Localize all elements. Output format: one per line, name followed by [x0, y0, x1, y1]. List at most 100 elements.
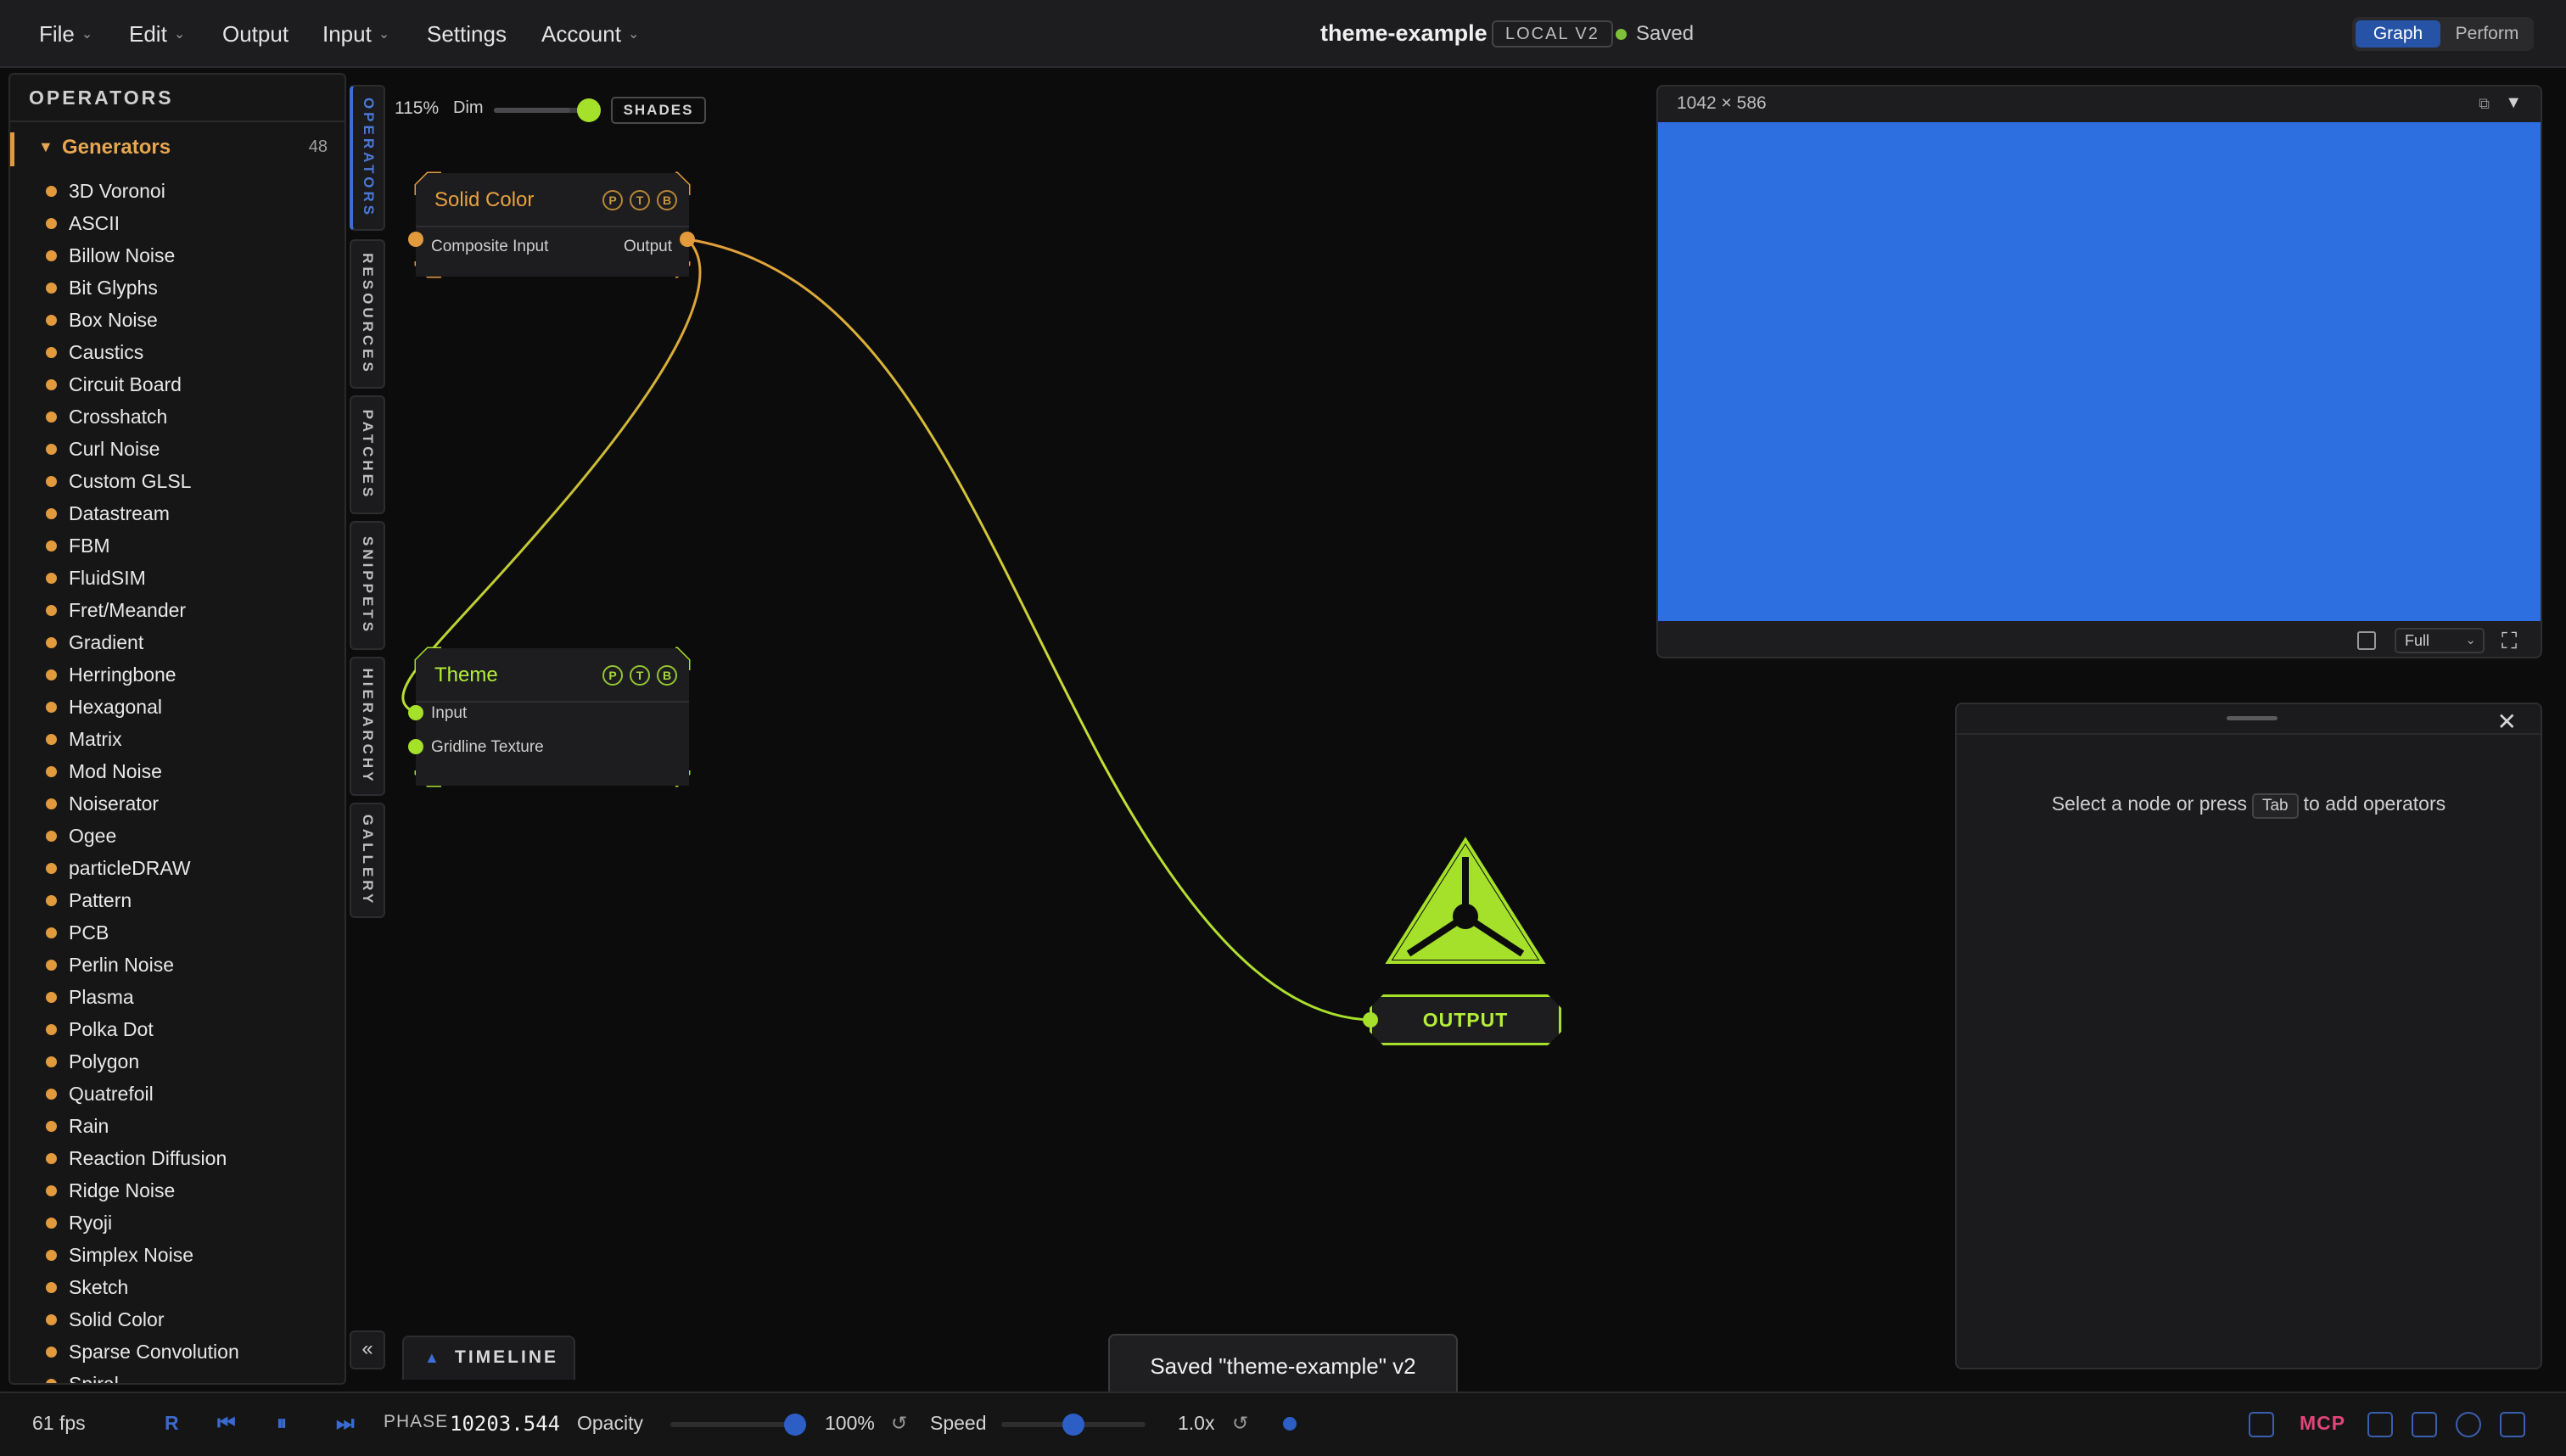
category-generators[interactable]: ▼ Generators 48: [10, 132, 345, 166]
operator-item[interactable]: Rain: [10, 1110, 345, 1142]
operator-item[interactable]: Ridge Noise: [10, 1174, 345, 1207]
operator-item[interactable]: Fret/Meander: [10, 594, 345, 626]
node-b-button[interactable]: B: [657, 665, 677, 686]
operator-item[interactable]: Plasma: [10, 981, 345, 1013]
output-node[interactable]: OUTPUT: [1370, 994, 1561, 1045]
node-p-button[interactable]: P: [602, 190, 623, 210]
close-icon[interactable]: ✕: [2497, 708, 2517, 736]
operator-item[interactable]: Pattern: [10, 884, 345, 916]
operator-item[interactable]: Curl Noise: [10, 433, 345, 465]
layout-icon[interactable]: [2357, 631, 2376, 650]
chat-icon[interactable]: [2500, 1412, 2525, 1437]
operator-item[interactable]: Gradient: [10, 626, 345, 658]
node-t-button[interactable]: T: [630, 190, 650, 210]
operator-item[interactable]: Perlin Noise: [10, 949, 345, 981]
reset-opacity-icon[interactable]: ↺: [891, 1412, 907, 1435]
help-icon[interactable]: [2456, 1412, 2481, 1437]
operator-item[interactable]: Caustics: [10, 336, 345, 368]
dim-slider-knob[interactable]: [577, 98, 601, 122]
vtab-hierarchy[interactable]: HIERARCHY: [350, 657, 385, 796]
menu-edit[interactable]: Edit ⌄: [129, 19, 185, 49]
operator-item[interactable]: Circuit Board: [10, 368, 345, 400]
window-icon[interactable]: [2367, 1412, 2393, 1437]
operator-item[interactable]: FBM: [10, 529, 345, 562]
node-p-button[interactable]: P: [602, 665, 623, 686]
mcp-button[interactable]: MCP: [2300, 1412, 2345, 1435]
pause-icon[interactable]: ⏸: [277, 1412, 287, 1436]
operator-item[interactable]: Crosshatch: [10, 400, 345, 433]
quality-select[interactable]: Full ⌄: [2395, 628, 2485, 653]
node-theme[interactable]: Theme P T B Input Gridline Texture: [416, 648, 689, 786]
vtab-snippets[interactable]: SNIPPETS: [350, 521, 385, 650]
menu-file[interactable]: File ⌄: [39, 19, 92, 49]
menu-input[interactable]: Input ⌄: [322, 19, 389, 49]
skip-back-icon[interactable]: ⏮: [217, 1412, 236, 1436]
terminal-icon[interactable]: [2249, 1412, 2274, 1437]
mode-graph-button[interactable]: Graph: [2356, 20, 2440, 48]
operator-item[interactable]: particleDRAW: [10, 852, 345, 884]
dim-slider[interactable]: [494, 108, 589, 113]
menu-output[interactable]: Output: [222, 19, 289, 49]
copy-icon[interactable]: ⧉: [2479, 95, 2490, 113]
keyboard-icon[interactable]: [2412, 1412, 2437, 1437]
node-b-button[interactable]: B: [657, 190, 677, 210]
port-gridline-texture[interactable]: [408, 739, 423, 754]
operator-item[interactable]: Ryoji: [10, 1207, 345, 1239]
node-solid-color[interactable]: Solid Color P T B Composite Input Output: [416, 173, 689, 277]
operator-item[interactable]: Polygon: [10, 1045, 345, 1078]
vtab-patches[interactable]: PATCHES: [350, 395, 385, 514]
operator-item[interactable]: Custom GLSL: [10, 465, 345, 497]
skip-forward-icon[interactable]: ⏭: [336, 1412, 355, 1436]
collapse-sidebar-button[interactable]: «: [350, 1330, 385, 1369]
port-output[interactable]: [680, 232, 695, 247]
operator-item[interactable]: Noiserator: [10, 787, 345, 820]
opacity-slider-knob[interactable]: [784, 1414, 806, 1436]
operator-item[interactable]: Matrix: [10, 723, 345, 755]
menu-account[interactable]: Account ⌄: [541, 19, 639, 49]
operator-item[interactable]: ASCII: [10, 207, 345, 239]
operator-item[interactable]: Sparse Convolution: [10, 1336, 345, 1368]
opacity-slider[interactable]: [670, 1422, 798, 1427]
mode-perform-button[interactable]: Perform: [2444, 20, 2530, 48]
operator-item[interactable]: Polka Dot: [10, 1013, 345, 1045]
node-divider: [416, 226, 689, 227]
operator-item[interactable]: Bit Glyphs: [10, 272, 345, 304]
port-input[interactable]: [408, 705, 423, 720]
project-badge: LOCAL V2: [1492, 20, 1613, 48]
timeline-tab[interactable]: ▲ TIMELINE: [402, 1336, 575, 1380]
vtab-label: GALLERY: [360, 814, 376, 907]
chevron-down-icon: ⌄: [378, 27, 390, 42]
vtab-gallery[interactable]: GALLERY: [350, 803, 385, 918]
operator-item[interactable]: 3D Voronoi: [10, 175, 345, 207]
record-button[interactable]: R: [165, 1412, 179, 1435]
operator-item[interactable]: Simplex Noise: [10, 1239, 345, 1271]
operator-item[interactable]: Mod Noise: [10, 755, 345, 787]
operator-item[interactable]: Hexagonal: [10, 691, 345, 723]
menu-input-label: Input: [322, 20, 372, 47]
operator-item[interactable]: Sketch: [10, 1271, 345, 1303]
operator-item[interactable]: Billow Noise: [10, 239, 345, 272]
speed-slider-knob[interactable]: [1062, 1414, 1084, 1436]
operator-item[interactable]: Solid Color: [10, 1303, 345, 1336]
operator-item[interactable]: Spiral: [10, 1368, 345, 1383]
reset-speed-icon[interactable]: ↺: [1232, 1412, 1248, 1435]
fullscreen-icon[interactable]: ⛶: [2502, 628, 2517, 655]
operator-item[interactable]: Herringbone: [10, 658, 345, 691]
menu-settings[interactable]: Settings: [427, 19, 507, 49]
port-output-input[interactable]: [1363, 1012, 1378, 1028]
shades-button[interactable]: SHADES: [611, 97, 706, 124]
operator-item[interactable]: PCB: [10, 916, 345, 949]
operator-item[interactable]: Ogee: [10, 820, 345, 852]
operator-item[interactable]: Reaction Diffusion: [10, 1142, 345, 1174]
operator-item[interactable]: Box Noise: [10, 304, 345, 336]
vtab-operators[interactable]: OPERATORS: [350, 85, 385, 231]
preview-canvas[interactable]: [1658, 122, 2541, 621]
operator-item[interactable]: Datastream: [10, 497, 345, 529]
port-composite-input[interactable]: [408, 232, 423, 247]
preview-menu-icon[interactable]: ▼: [2505, 93, 2522, 113]
operator-item[interactable]: FluidSIM: [10, 562, 345, 594]
node-t-button[interactable]: T: [630, 665, 650, 686]
vtab-resources[interactable]: RESOURCES: [350, 239, 385, 389]
drag-handle[interactable]: [2227, 716, 2277, 720]
operator-item[interactable]: Quatrefoil: [10, 1078, 345, 1110]
